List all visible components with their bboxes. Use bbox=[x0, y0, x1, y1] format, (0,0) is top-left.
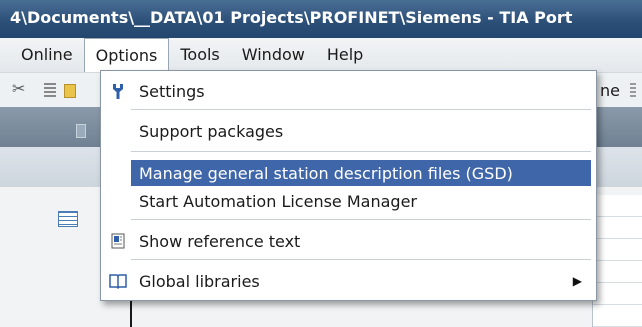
menu-separator bbox=[131, 219, 591, 220]
menu-item-global-libraries[interactable]: Global libraries ▶ bbox=[101, 269, 596, 293]
menu-item-label: Start Automation License Manager bbox=[139, 192, 417, 211]
menu-item-show-reference-text[interactable]: Show reference text bbox=[101, 229, 596, 253]
menu-online[interactable]: Online bbox=[10, 38, 84, 72]
menu-tools[interactable]: Tools bbox=[169, 38, 230, 72]
splitter-line[interactable] bbox=[130, 300, 132, 327]
menu-item-label: Settings bbox=[139, 82, 205, 101]
toolbar-overflow-grip[interactable] bbox=[630, 83, 636, 97]
reference-text-icon bbox=[111, 233, 125, 249]
folder-icon[interactable] bbox=[64, 84, 76, 98]
menu-separator bbox=[131, 151, 591, 152]
cut-icon[interactable]: ✂ bbox=[12, 81, 28, 97]
menu-item-license-manager[interactable]: Start Automation License Manager bbox=[101, 189, 596, 213]
menu-item-support-packages[interactable]: Support packages bbox=[101, 119, 596, 143]
options-dropdown-menu: Settings Support packages Manage general… bbox=[100, 70, 597, 301]
menu-help[interactable]: Help bbox=[316, 38, 374, 72]
menu-window[interactable]: Window bbox=[231, 38, 316, 72]
menu-options[interactable]: Options bbox=[83, 38, 170, 74]
wrench-icon bbox=[113, 84, 123, 99]
menu-item-label: Global libraries bbox=[139, 272, 260, 291]
menu-bar: Online Options Tools Window Help bbox=[0, 38, 642, 74]
toolbar-grip-icon[interactable] bbox=[44, 83, 56, 97]
right-pane bbox=[592, 195, 642, 327]
menu-item-manage-gsd[interactable]: Manage general station description files… bbox=[101, 160, 596, 186]
toolbar-partial-label: ne bbox=[600, 81, 620, 100]
menu-separator bbox=[131, 259, 591, 260]
menu-item-settings[interactable]: Settings bbox=[101, 79, 596, 103]
menu-item-label: Support packages bbox=[139, 122, 284, 141]
window-title: 4\Documents\__DATA\01 Projects\PROFINET\… bbox=[10, 8, 573, 27]
book-icon bbox=[109, 274, 127, 290]
window-title-bar: 4\Documents\__DATA\01 Projects\PROFINET\… bbox=[0, 0, 642, 38]
collapse-button[interactable] bbox=[76, 124, 86, 138]
menu-item-label: Manage general station description files… bbox=[139, 164, 513, 183]
submenu-arrow-icon: ▶ bbox=[572, 274, 582, 288]
menu-separator bbox=[131, 109, 591, 110]
device-table-icon[interactable] bbox=[58, 211, 78, 227]
menu-item-label: Show reference text bbox=[139, 232, 301, 251]
